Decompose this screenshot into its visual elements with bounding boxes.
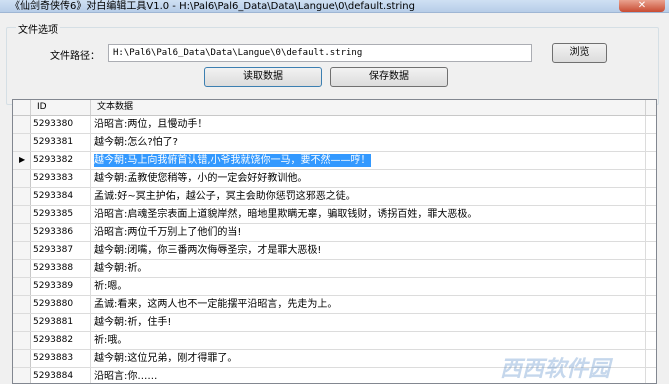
table-row[interactable]: 5293385 沿昭言:启魂圣宗表面上道貌岸然，暗地里欺瞒无辜，骗取钱财，诱拐百姓… [13, 206, 656, 224]
cell-text[interactable]: 越今朝:怎么?怕了? [91, 134, 646, 151]
cell-text-value: 祈:嗯。 [94, 281, 128, 292]
file-path-input[interactable]: H:\Pal6\Pal6_Data\Data\Langue\0\default.… [108, 44, 532, 62]
cell-text[interactable]: 沿昭言:两位，且慢动手！ [91, 116, 646, 133]
cell-id[interactable]: 5293381 [31, 134, 91, 151]
table-row[interactable]: 5293381 越今朝:怎么?怕了? [13, 134, 656, 152]
cell-text[interactable]: 越今朝:闭嘴，你三番两次侮辱圣宗，才是罪大恶极! [91, 242, 646, 259]
row-selector[interactable] [13, 260, 31, 277]
cell-text-value: 孟诚:看来，这两人也不一定能摆平沿昭言，先走为上。 [94, 299, 338, 310]
cell-text-value: 孟诚:好~冥主护佑，越公子，冥主会助你惩罚这邪恶之徒。 [94, 191, 356, 202]
row-selector[interactable] [13, 278, 31, 295]
table-row[interactable]: 5293389 祈:嗯。 [13, 278, 656, 296]
cell-id[interactable]: 5293387 [31, 242, 91, 259]
cell-text[interactable]: 沿昭言:启魂圣宗表面上道貌岸然，暗地里欺瞒无辜，骗取钱财，诱拐百姓，罪大恶极。 [91, 206, 646, 223]
row-selector[interactable] [13, 206, 31, 223]
data-grid[interactable]: ID 文本数据 5293380 沿昭言:两位，且慢动手！ 5293381 越今朝:怎么… [12, 99, 657, 384]
cell-id[interactable]: 5293380 [31, 116, 91, 133]
table-row[interactable]: 5293380 沿昭言:两位，且慢动手！ [13, 116, 656, 134]
close-button[interactable]: ✕ [619, 0, 665, 12]
cell-text-value: 越今朝:闭嘴，你三番两次侮辱圣宗，才是罪大恶极! [94, 245, 322, 256]
cell-text-value: 越今朝:怎么?怕了? [94, 137, 178, 148]
client-area: 文件选项 文件路径： H:\Pal6\Pal6_Data\Data\Langue… [0, 13, 669, 384]
cell-text-value: 沿昭言:两位千万别上了他们的当! [94, 227, 242, 238]
current-row-icon: ▶ [19, 155, 26, 164]
cell-text-value: 越今朝:祈，住手! [94, 317, 172, 328]
cell-id[interactable]: 5293386 [31, 224, 91, 241]
file-options-label: 文件选项 [16, 21, 60, 36]
cell-text-value: 沿昭言:两位，且慢动手！ [94, 119, 208, 130]
column-header-id[interactable]: ID [31, 100, 91, 115]
cell-id[interactable]: 5293388 [31, 260, 91, 277]
row-selector[interactable] [13, 134, 31, 151]
cell-text[interactable]: 沿昭言:两位千万别上了他们的当! [91, 224, 646, 241]
table-row[interactable]: 5293386 沿昭言:两位千万别上了他们的当! [13, 224, 656, 242]
window-title: 《仙剑奇侠传6》对白编辑工具V1.0 - H:\Pal6\Pal6_Data\D… [10, 1, 415, 12]
cell-text-value: 沿昭言:你…… [94, 371, 158, 382]
read-data-button[interactable]: 读取数据 [204, 67, 322, 87]
cell-id[interactable]: 5293882 [31, 332, 91, 349]
row-selector[interactable] [13, 314, 31, 331]
cell-text[interactable]: 孟诚:看来，这两人也不一定能摆平沿昭言，先走为上。 [91, 296, 646, 313]
row-selector[interactable]: ▶ [13, 152, 31, 169]
close-icon: ✕ [637, 0, 647, 11]
file-path-label: 文件路径： [50, 51, 100, 62]
browse-button[interactable]: 浏览 [552, 43, 607, 63]
file-options-group [6, 27, 659, 105]
watermark: 西西软件园 [500, 357, 611, 382]
cell-id[interactable]: 5293383 [31, 170, 91, 187]
table-row[interactable]: ▶ 5293382 越今朝:马上向我俯首认错,小爷我就饶你一马，要不然——哼！ [13, 152, 656, 170]
row-selector[interactable] [13, 350, 31, 367]
row-selector[interactable] [13, 116, 31, 133]
row-selector[interactable] [13, 170, 31, 187]
cell-id[interactable]: 5293880 [31, 296, 91, 313]
cell-id[interactable]: 5293883 [31, 350, 91, 367]
row-selector[interactable] [13, 188, 31, 205]
table-row[interactable]: 5293880 孟诚:看来，这两人也不一定能摆平沿昭言，先走为上。 [13, 296, 656, 314]
cell-text[interactable]: 越今朝:祈，住手! [91, 314, 646, 331]
cell-text-value: 越今朝:这位兄弟，刚才得罪了。 [94, 353, 238, 364]
table-row[interactable]: 5293384 孟诚:好~冥主护佑，越公子，冥主会助你惩罚这邪恶之徒。 [13, 188, 656, 206]
cell-text-value: 祈:哦。 [94, 335, 128, 346]
cell-text[interactable]: 祈:嗯。 [91, 278, 646, 295]
table-row[interactable]: 5293387 越今朝:闭嘴，你三番两次侮辱圣宗，才是罪大恶极! [13, 242, 656, 260]
row-selector[interactable] [13, 224, 31, 241]
cell-text-value: 越今朝:祈。 [94, 263, 148, 274]
row-selector[interactable] [13, 368, 31, 383]
row-header-corner [13, 100, 31, 115]
table-row[interactable]: 5293881 越今朝:祈，住手! [13, 314, 656, 332]
cell-id[interactable]: 5293384 [31, 188, 91, 205]
table-row[interactable]: 5293383 越今朝:孟教使您稍等，小的一定会好好教训他。 [13, 170, 656, 188]
cell-id[interactable]: 5293881 [31, 314, 91, 331]
cell-text-value: 越今朝:孟教使您稍等，小的一定会好好教训他。 [94, 173, 308, 184]
cell-text[interactable]: 祈:哦。 [91, 332, 646, 349]
cell-text[interactable]: 越今朝:马上向我俯首认错,小爷我就饶你一马，要不然——哼！ [91, 152, 646, 169]
save-data-button[interactable]: 保存数据 [330, 67, 448, 87]
cell-text-value: 越今朝:马上向我俯首认错,小爷我就饶你一马，要不然——哼！ [94, 154, 371, 167]
grid-header: ID 文本数据 [13, 100, 656, 116]
cell-text[interactable]: 越今朝:孟教使您稍等，小的一定会好好教训他。 [91, 170, 646, 187]
title-bar: 《仙剑奇侠传6》对白编辑工具V1.0 - H:\Pal6\Pal6_Data\D… [0, 0, 669, 13]
cell-text-value: 沿昭言:启魂圣宗表面上道貌岸然，暗地里欺瞒无辜，骗取钱财，诱拐百姓，罪大恶极。 [94, 209, 478, 220]
row-selector[interactable] [13, 296, 31, 313]
cell-text[interactable]: 越今朝:祈。 [91, 260, 646, 277]
table-row[interactable]: 5293388 越今朝:祈。 [13, 260, 656, 278]
cell-id[interactable]: 5293389 [31, 278, 91, 295]
cell-id[interactable]: 5293382 [31, 152, 91, 169]
row-selector[interactable] [13, 332, 31, 349]
table-row[interactable]: 5293882 祈:哦。 [13, 332, 656, 350]
column-header-text[interactable]: 文本数据 [91, 100, 646, 115]
cell-id[interactable]: 5293884 [31, 368, 91, 383]
cell-text[interactable]: 孟诚:好~冥主护佑，越公子，冥主会助你惩罚这邪恶之徒。 [91, 188, 646, 205]
row-selector[interactable] [13, 242, 31, 259]
cell-id[interactable]: 5293385 [31, 206, 91, 223]
